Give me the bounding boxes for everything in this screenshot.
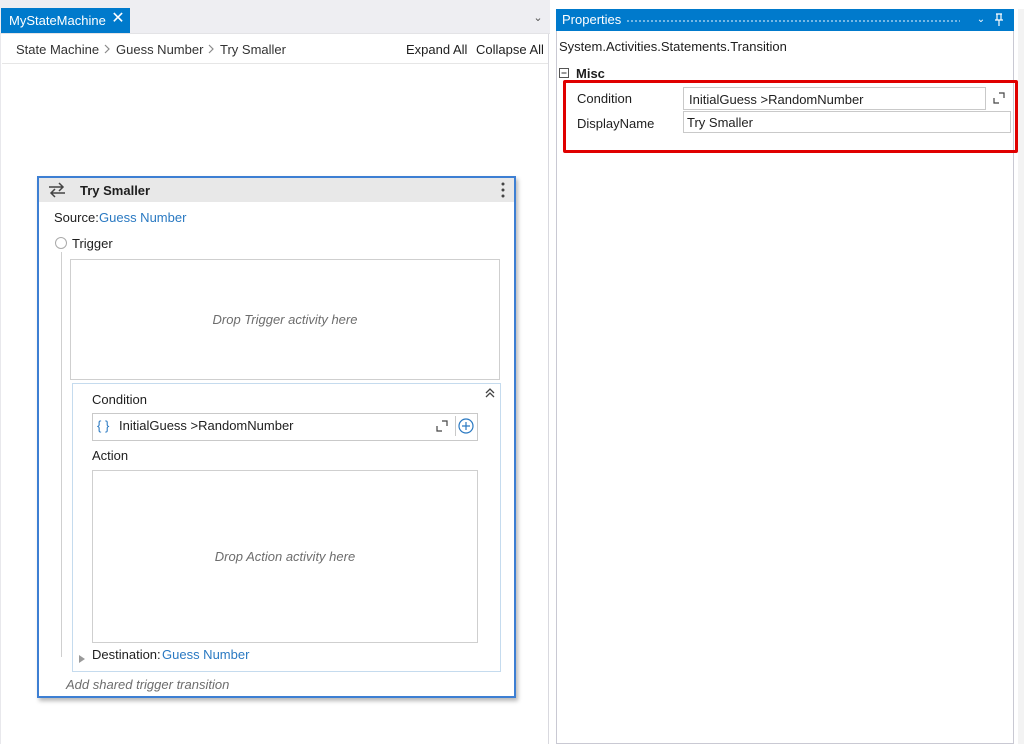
- trigger-radio[interactable]: [55, 237, 67, 249]
- breadcrumb-item-state-machine[interactable]: State Machine: [16, 42, 99, 57]
- chevron-down-icon[interactable]: ⌄: [530, 10, 546, 26]
- trigger-drop-zone[interactable]: Drop Trigger activity here: [70, 259, 500, 380]
- trigger-connector-line: [61, 252, 62, 657]
- tab-title: MyStateMachine: [9, 13, 106, 28]
- chevron-double-up-icon[interactable]: [483, 386, 497, 400]
- scrollbar-track[interactable]: [1018, 9, 1024, 744]
- highlight-box: [563, 80, 1018, 153]
- tab-mystatemachine[interactable]: MyStateMachine ✕: [1, 8, 130, 33]
- category-misc: Misc: [576, 66, 605, 81]
- condition-action-block: Condition { } InitialGuess >RandomNumber…: [72, 383, 501, 672]
- action-drop-zone[interactable]: Drop Action activity here: [92, 470, 478, 643]
- expand-editor-icon[interactable]: [436, 420, 448, 432]
- collapse-icon[interactable]: [559, 68, 569, 78]
- condition-expression-text: InitialGuess >RandomNumber: [119, 418, 294, 433]
- trigger-label: Trigger: [72, 236, 113, 251]
- transition-card[interactable]: Try Smaller Source: Guess Number Trigger…: [37, 176, 516, 698]
- condition-label: Condition: [92, 392, 147, 407]
- condition-expression-input[interactable]: { } InitialGuess >RandomNumber: [92, 413, 478, 441]
- action-label: Action: [92, 448, 129, 463]
- title-grip[interactable]: [626, 19, 960, 23]
- expand-arrow-icon[interactable]: [77, 652, 87, 663]
- chevron-right-icon: [207, 43, 215, 55]
- expand-all-button[interactable]: Expand All: [406, 42, 467, 57]
- transition-header[interactable]: Try Smaller: [39, 178, 514, 202]
- add-icon[interactable]: [455, 416, 476, 436]
- collapse-all-button[interactable]: Collapse All: [476, 42, 544, 57]
- trigger-drop-hint: Drop Trigger activity here: [212, 312, 358, 327]
- more-options-icon[interactable]: [498, 180, 508, 200]
- destination-state-link[interactable]: Guess Number: [162, 647, 249, 662]
- chevron-down-icon[interactable]: ⌄: [974, 12, 988, 28]
- close-icon[interactable]: ✕: [110, 10, 126, 28]
- breadcrumb-item-guess-number[interactable]: Guess Number: [116, 42, 203, 57]
- selected-type-name: System.Activities.Statements.Transition: [559, 39, 787, 54]
- breadcrumb-item-try-smaller[interactable]: Try Smaller: [220, 42, 286, 57]
- destination-label: Destination:: [92, 647, 161, 662]
- source-label: Source:: [54, 210, 99, 225]
- properties-header: Properties ⌄: [556, 9, 1014, 31]
- chevron-right-icon: [103, 43, 111, 55]
- expression-braces-icon: { }: [97, 418, 110, 433]
- action-drop-hint: Drop Action activity here: [214, 549, 356, 564]
- transition-title: Try Smaller: [80, 183, 151, 198]
- pin-icon[interactable]: [992, 12, 1006, 28]
- properties-title: Properties: [562, 12, 622, 27]
- source-state-link[interactable]: Guess Number: [99, 210, 186, 225]
- transition-icon: [47, 181, 67, 199]
- add-shared-trigger-link[interactable]: Add shared trigger transition: [66, 677, 229, 692]
